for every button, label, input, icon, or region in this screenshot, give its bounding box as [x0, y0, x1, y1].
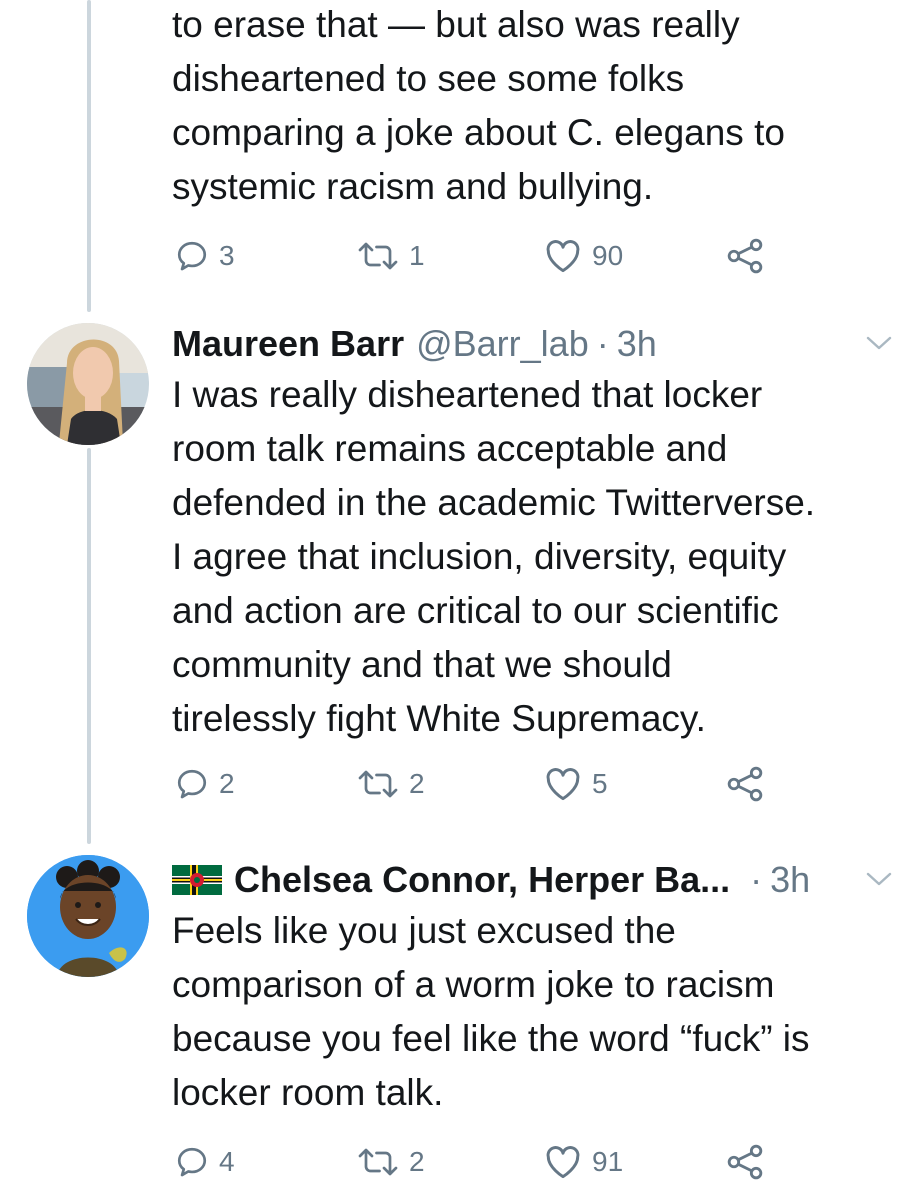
retweet-icon: [358, 1148, 398, 1176]
reply-button[interactable]: 3: [175, 234, 235, 278]
avatar[interactable]: [27, 323, 149, 445]
tweet-actions: 2 2 5: [172, 762, 792, 806]
retweet-count: 1: [409, 240, 425, 271]
author-name[interactable]: Maureen Barr: [172, 323, 404, 365]
tweet-text: to erase that — but also was really dish…: [172, 4, 785, 207]
reply-button[interactable]: 2: [175, 762, 235, 806]
like-button[interactable]: 90: [544, 234, 623, 278]
timestamp[interactable]: 3h: [770, 859, 810, 901]
share-icon: [727, 766, 763, 802]
heart-icon: [546, 240, 580, 273]
chevron-down-icon[interactable]: [862, 866, 896, 890]
tweet-actions: 4 2 91: [172, 1140, 792, 1184]
tweet[interactable]: Maureen Barr @Barr_lab · 3h I was really…: [0, 312, 916, 832]
reply-count: 4: [219, 1146, 235, 1177]
reply-icon: [177, 241, 207, 271]
tweet-text: I was really disheartened that locker ro…: [172, 374, 816, 739]
like-count: 90: [592, 240, 624, 271]
tweet-header: Maureen Barr @Barr_lab · 3h: [172, 320, 896, 368]
reply-icon: [177, 769, 207, 799]
heart-icon: [546, 1146, 580, 1179]
retweet-icon: [358, 242, 398, 270]
tweet[interactable]: Chelsea Connor, Herper Ba... · 3h Feels …: [0, 844, 916, 1200]
tweet-actions: 3 1 90: [172, 234, 792, 278]
retweet-icon: [358, 770, 398, 798]
heart-icon: [546, 768, 580, 801]
tweet[interactable]: to erase that — but also was really dish…: [0, 0, 916, 300]
share-icon: [727, 1144, 763, 1180]
separator-dot: ·: [596, 323, 609, 364]
retweet-button[interactable]: 2: [357, 762, 425, 806]
share-button[interactable]: [725, 762, 765, 806]
timestamp[interactable]: 3h: [617, 323, 657, 365]
avatar[interactable]: [27, 855, 149, 977]
reply-button[interactable]: 4: [175, 1140, 235, 1184]
share-icon: [727, 238, 763, 274]
tweet-header: Chelsea Connor, Herper Ba... · 3h: [172, 856, 896, 904]
reply-count: 3: [219, 240, 235, 271]
retweet-count: 2: [409, 1146, 425, 1177]
reply-icon: [177, 1147, 207, 1177]
like-count: 5: [592, 768, 608, 799]
retweet-button[interactable]: 1: [357, 234, 425, 278]
chevron-down-icon[interactable]: [862, 330, 896, 354]
dominica-flag-icon: [172, 865, 222, 895]
retweet-button[interactable]: 2: [357, 1140, 425, 1184]
share-button[interactable]: [725, 234, 765, 278]
author-name[interactable]: Chelsea Connor, Herper Ba...: [234, 859, 730, 901]
retweet-count: 2: [409, 768, 425, 799]
like-count: 91: [592, 1146, 624, 1177]
author-handle[interactable]: @Barr_lab: [416, 323, 589, 365]
share-button[interactable]: [725, 1140, 765, 1184]
reply-count: 2: [219, 768, 235, 799]
separator-dot: ·: [750, 859, 763, 900]
like-button[interactable]: 91: [544, 1140, 623, 1184]
like-button[interactable]: 5: [544, 762, 608, 806]
tweet-text: Feels like you just excused the comparis…: [172, 910, 810, 1113]
